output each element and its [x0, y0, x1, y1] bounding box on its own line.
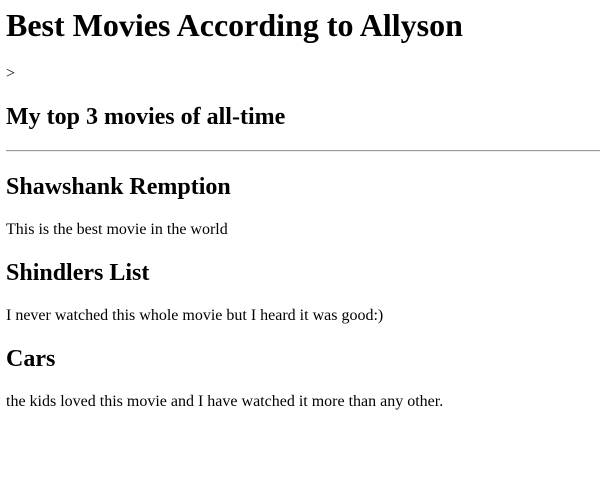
movie-description-1: This is the best movie in the world [6, 221, 228, 238]
stray-text: > [6, 65, 16, 82]
movie-title-2: Shindlers List [6, 260, 150, 286]
movie-description-3: the kids loved this movie and I have wat… [6, 393, 444, 410]
horizontal-divider [6, 150, 600, 152]
movie-title-1: Shawshank Remption [6, 174, 231, 200]
movie-title-3: Cars [6, 346, 56, 372]
page: Best Movies According to Allyson > My to… [0, 0, 600, 479]
movie-description-2: I never watched this whole movie but I h… [6, 307, 384, 324]
section-heading: My top 3 movies of all-time [6, 104, 286, 130]
page-title: Best Movies According to Allyson [6, 7, 463, 43]
